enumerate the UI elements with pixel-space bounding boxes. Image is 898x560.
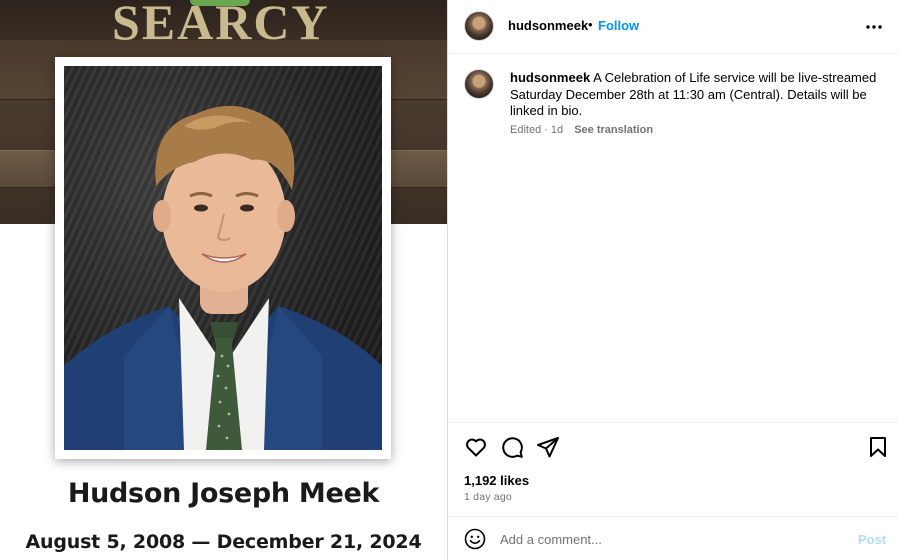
caption-text: hudsonmeek A Celebration of Life service… xyxy=(510,70,880,120)
post-comment-button[interactable]: Post xyxy=(858,532,886,547)
more-options-icon[interactable] xyxy=(864,17,884,37)
heart-icon[interactable] xyxy=(464,435,488,459)
caption-avatar[interactable] xyxy=(464,69,494,99)
portrait-photo xyxy=(64,66,382,450)
comment-input[interactable] xyxy=(500,527,840,551)
caption-area: hudsonmeek A Celebration of Life service… xyxy=(448,54,898,422)
follow-button[interactable]: Follow xyxy=(598,18,639,33)
post-timestamp[interactable]: 1 day ago xyxy=(464,491,512,503)
action-bar: 1,192 likes 1 day ago xyxy=(448,422,898,516)
portrait-illustration xyxy=(64,105,382,450)
post-side-panel: hudsonmeek • Follow hudsonmeek A Celebra… xyxy=(447,0,898,560)
meta-separator: · xyxy=(544,124,548,136)
see-translation-link[interactable]: See translation xyxy=(574,124,653,136)
avatar[interactable] xyxy=(464,11,494,41)
post-image[interactable]: SEARCY Hudson Joseph Meek August 5, 2008… xyxy=(0,0,447,560)
header-username[interactable]: hudsonmeek xyxy=(508,18,588,33)
share-icon[interactable] xyxy=(536,435,560,459)
comment-icon[interactable] xyxy=(500,435,524,459)
memorial-name: Hudson Joseph Meek xyxy=(67,478,380,509)
brand-logo: SEARCY xyxy=(112,0,330,50)
memorial-dates: August 5, 2008 — December 21, 2024 xyxy=(25,531,422,553)
likes-count[interactable]: 1,192 likes xyxy=(464,473,529,488)
caption-time[interactable]: 1d xyxy=(551,124,563,136)
comment-bar: Post xyxy=(448,516,898,560)
bookmark-icon[interactable] xyxy=(866,435,890,459)
portrait-frame xyxy=(55,57,391,459)
caption-meta: Edited · 1d See translation xyxy=(510,124,653,136)
post-header: hudsonmeek • Follow xyxy=(448,0,898,54)
separator-dot: • xyxy=(588,17,593,32)
emoji-icon[interactable] xyxy=(464,528,486,550)
caption-username[interactable]: hudsonmeek xyxy=(510,70,590,85)
edited-label: Edited xyxy=(510,124,542,136)
